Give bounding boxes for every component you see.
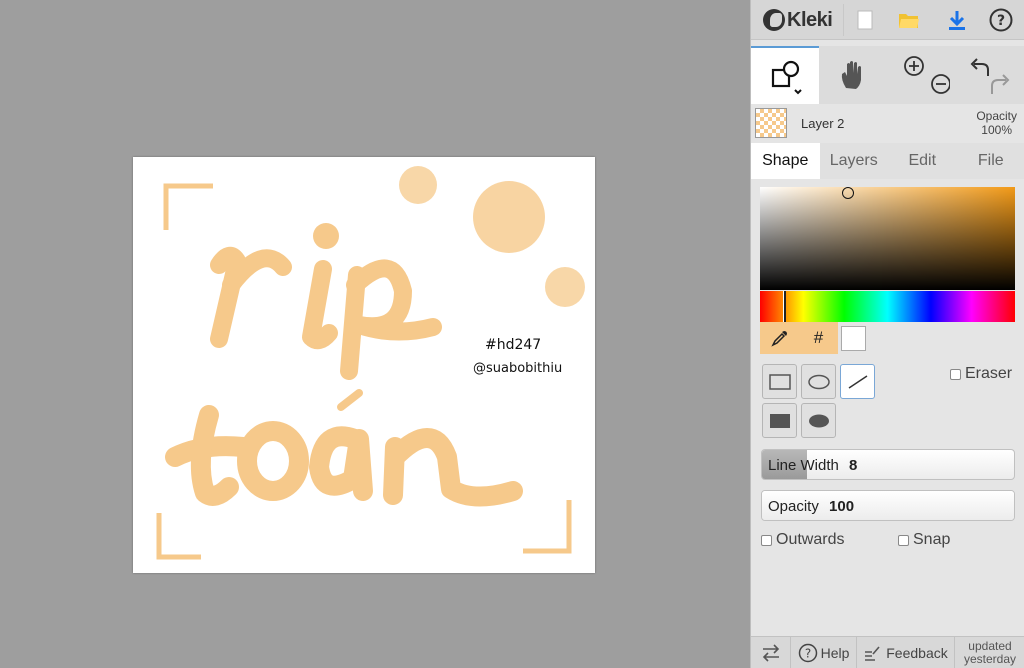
help-circle-icon: ? bbox=[798, 643, 817, 663]
eraser-toggle[interactable]: Eraser bbox=[950, 365, 1012, 383]
outwards-checkbox[interactable] bbox=[761, 534, 772, 546]
top-toolbar: Kleki ? bbox=[751, 0, 1024, 40]
secondary-color-swatch[interactable] bbox=[841, 326, 866, 351]
line-width-slider[interactable]: Line Width 8 bbox=[761, 449, 1015, 480]
changelog-link[interactable]: updated yesterday bbox=[955, 637, 1024, 668]
svg-text:?: ? bbox=[804, 647, 810, 661]
bottom-bar: ? Help Feedback updated yesterday bbox=[751, 636, 1024, 668]
new-image-icon bbox=[857, 10, 873, 30]
ellipse-filled-button[interactable] bbox=[801, 403, 836, 438]
lettering-rip bbox=[210, 246, 442, 380]
layer-opacity-value: 100% bbox=[981, 123, 1012, 137]
eraser-label: Eraser bbox=[965, 365, 1013, 382]
opacity-label: Opacity bbox=[768, 498, 819, 515]
help-icon: ? bbox=[989, 8, 1013, 32]
eyedropper-button[interactable] bbox=[760, 322, 799, 354]
hand-tool-button[interactable] bbox=[819, 46, 887, 104]
line-icon bbox=[848, 374, 867, 389]
hand-tool-icon bbox=[841, 61, 861, 89]
history-controls bbox=[957, 46, 1023, 104]
canvas-workspace[interactable]: #hd247 @suabobithiu bbox=[0, 0, 750, 668]
tab-shape[interactable]: Shape bbox=[751, 143, 820, 179]
bracket-bottom-right bbox=[523, 500, 572, 554]
rectangle-filled-button[interactable] bbox=[762, 403, 797, 438]
rectangle-filled-icon bbox=[769, 413, 790, 428]
swap-side-button[interactable] bbox=[751, 637, 791, 668]
redo-icon bbox=[991, 74, 1010, 94]
canvas-text-hashtag: #hd247 bbox=[485, 337, 542, 353]
line-shape-button[interactable] bbox=[840, 364, 875, 399]
canvas-text-handle: @suabobithiu bbox=[473, 361, 563, 376]
paint-blob-right bbox=[545, 267, 585, 307]
undo-icon bbox=[970, 58, 989, 76]
kleki-logo-icon bbox=[763, 9, 785, 31]
feedback-link[interactable]: Feedback bbox=[857, 637, 955, 668]
shape-settings: # Eraser Line Width 8 Opacity 100 Outwar… bbox=[751, 179, 1024, 668]
paint-blob-small bbox=[399, 166, 437, 204]
tool-row bbox=[751, 46, 1024, 104]
feedback-icon bbox=[865, 646, 880, 661]
current-layer-row[interactable]: Layer 2 Opacity 100% bbox=[751, 104, 1024, 142]
shape-tool-icon bbox=[771, 60, 802, 95]
help-button[interactable]: ? bbox=[979, 0, 1023, 40]
opacity-slider[interactable]: Opacity 100 bbox=[761, 490, 1015, 521]
rectangle-outline-icon bbox=[768, 373, 791, 390]
zoom-out-icon bbox=[931, 74, 950, 94]
open-image-button[interactable] bbox=[887, 0, 931, 40]
layer-thumbnail bbox=[755, 108, 787, 138]
ellipse-outline-icon bbox=[807, 374, 830, 389]
layer-opacity: Opacity 100% bbox=[976, 109, 1017, 137]
letter-i-dot bbox=[313, 223, 339, 249]
hue-slider-handle[interactable] bbox=[783, 291, 786, 322]
eyedropper-icon bbox=[770, 331, 787, 347]
line-width-label: Line Width bbox=[768, 457, 839, 474]
open-folder-icon bbox=[899, 14, 919, 28]
ellipse-filled-icon bbox=[808, 414, 829, 427]
opacity-value: 100 bbox=[829, 498, 855, 515]
hue-slider[interactable] bbox=[760, 291, 1015, 322]
layer-name: Layer 2 bbox=[801, 116, 845, 131]
drawing-canvas[interactable]: #hd247 @suabobithiu bbox=[133, 157, 595, 573]
line-width-value: 8 bbox=[849, 457, 858, 474]
bracket-top-left bbox=[163, 183, 213, 230]
layer-opacity-label: Opacity bbox=[976, 109, 1017, 123]
new-image-button[interactable] bbox=[843, 0, 887, 40]
outwards-toggle[interactable]: Outwards bbox=[761, 531, 844, 549]
snap-checkbox[interactable] bbox=[898, 534, 909, 546]
tab-edit[interactable]: Edit bbox=[888, 143, 957, 179]
snap-label: Snap bbox=[913, 531, 951, 548]
hex-input-button[interactable]: # bbox=[799, 322, 838, 354]
saturation-value-picker[interactable] bbox=[760, 187, 1015, 290]
paint-blob-large bbox=[473, 181, 545, 253]
color-tools: # bbox=[760, 322, 838, 354]
outwards-label: Outwards bbox=[776, 531, 845, 548]
shape-tool-button[interactable] bbox=[751, 46, 819, 104]
updated-line-2: yesterday bbox=[963, 652, 1017, 666]
swap-arrows-icon bbox=[762, 644, 779, 662]
color-picker-cursor[interactable] bbox=[842, 187, 854, 199]
side-panel: Kleki ? Layer 2 Opacity 100% Shape Layer… bbox=[750, 0, 1024, 668]
zoom-in-icon bbox=[904, 56, 924, 76]
download-button[interactable] bbox=[935, 0, 979, 40]
ellipse-outline-button[interactable] bbox=[801, 364, 836, 399]
rectangle-outline-button[interactable] bbox=[762, 364, 797, 399]
download-icon bbox=[949, 11, 965, 30]
logo-text: Kleki bbox=[787, 8, 833, 31]
kleki-logo[interactable]: Kleki bbox=[763, 7, 833, 33]
help-link[interactable]: ? Help bbox=[791, 637, 857, 668]
panel-tabs: Shape Layers Edit File bbox=[751, 143, 1024, 179]
snap-toggle[interactable]: Snap bbox=[898, 531, 950, 549]
feedback-label: Feedback bbox=[886, 645, 948, 661]
svg-text:?: ? bbox=[997, 13, 1005, 29]
bracket-bottom-left bbox=[156, 513, 201, 560]
tab-layers[interactable]: Layers bbox=[820, 143, 889, 179]
help-label: Help bbox=[820, 645, 850, 661]
eraser-checkbox[interactable] bbox=[950, 368, 961, 380]
lettering-toan bbox=[165, 389, 523, 507]
tab-file[interactable]: File bbox=[957, 143, 1024, 179]
zoom-controls bbox=[889, 46, 955, 104]
